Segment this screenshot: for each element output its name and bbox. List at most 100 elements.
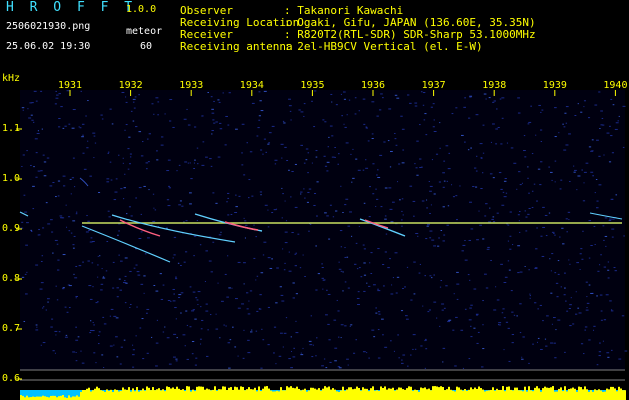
- noise-speck: [52, 252, 54, 254]
- noise-speck: [155, 150, 158, 152]
- noise-speck: [425, 348, 428, 350]
- noise-speck: [197, 163, 199, 165]
- noise-speck: [41, 128, 43, 130]
- noise-speck: [375, 205, 377, 207]
- signal-bar: [422, 388, 424, 400]
- noise-speck: [564, 112, 567, 114]
- noise-speck: [610, 309, 613, 311]
- noise-speck: [122, 281, 125, 283]
- noise-speck: [210, 165, 213, 167]
- noise-speck: [542, 320, 544, 322]
- noise-speck: [577, 103, 579, 105]
- noise-speck: [75, 265, 78, 267]
- noise-speck: [303, 188, 305, 190]
- noise-speck: [166, 199, 170, 201]
- noise-speck: [36, 133, 40, 135]
- noise-speck: [21, 276, 25, 278]
- noise-speck: [155, 342, 159, 344]
- noise-speck: [185, 220, 188, 222]
- signal-bar: [244, 390, 246, 400]
- noise-speck: [27, 108, 29, 110]
- noise-speck: [402, 354, 406, 356]
- noise-speck: [365, 167, 369, 169]
- noise-speck: [126, 213, 128, 215]
- noise-speck: [280, 294, 284, 296]
- noise-speck: [377, 288, 379, 290]
- noise-speck: [602, 225, 605, 227]
- noise-speck: [267, 257, 271, 259]
- noise-speck: [560, 179, 563, 181]
- noise-speck: [31, 102, 34, 104]
- signal-bar: [386, 389, 388, 400]
- noise-speck: [93, 135, 96, 137]
- noise-speck: [470, 147, 473, 149]
- signal-bar: [326, 387, 328, 400]
- noise-speck: [484, 215, 487, 217]
- noise-speck: [556, 296, 559, 298]
- noise-speck: [291, 350, 293, 352]
- noise-speck: [201, 115, 204, 117]
- noise-speck: [586, 307, 588, 309]
- noise-speck: [585, 309, 589, 311]
- noise-speck: [73, 186, 76, 188]
- noise-speck: [611, 236, 614, 238]
- noise-speck: [332, 216, 335, 218]
- noise-speck: [88, 285, 92, 287]
- signal-bar: [288, 387, 290, 400]
- noise-speck: [501, 97, 505, 99]
- noise-speck: [470, 325, 472, 327]
- signal-bar: [610, 386, 612, 400]
- noise-speck: [215, 313, 217, 315]
- noise-speck: [329, 204, 332, 206]
- noise-speck: [598, 91, 601, 93]
- noise-speck: [508, 360, 511, 362]
- noise-speck: [313, 204, 316, 206]
- noise-speck: [132, 349, 135, 351]
- signal-bar: [442, 387, 444, 400]
- noise-speck: [528, 192, 530, 194]
- signal-bar: [340, 390, 342, 400]
- noise-speck: [127, 168, 130, 170]
- noise-speck: [569, 181, 571, 183]
- noise-speck: [40, 282, 44, 284]
- noise-speck: [352, 148, 354, 150]
- signal-bar: [620, 388, 622, 400]
- noise-speck: [247, 352, 251, 354]
- noise-speck: [130, 303, 132, 305]
- noise-speck: [80, 90, 82, 92]
- signal-bar: [304, 388, 306, 400]
- noise-speck: [264, 204, 268, 206]
- noise-speck: [447, 168, 451, 170]
- noise-speck: [469, 201, 472, 203]
- signal-bar: [140, 390, 142, 400]
- signal-bar: [394, 390, 396, 400]
- noise-speck: [395, 292, 398, 294]
- noise-speck: [519, 211, 521, 213]
- noise-speck: [508, 269, 511, 271]
- noise-speck: [483, 93, 487, 95]
- signal-bar: [114, 389, 116, 400]
- noise-speck: [452, 329, 455, 331]
- noise-speck: [63, 185, 66, 187]
- noise-speck: [401, 210, 403, 212]
- noise-speck: [502, 308, 505, 310]
- noise-speck: [144, 253, 147, 255]
- noise-speck: [195, 357, 198, 359]
- signal-bar: [258, 386, 260, 400]
- noise-speck: [41, 307, 44, 309]
- noise-speck: [326, 289, 328, 291]
- signal-bar: [138, 391, 140, 400]
- noise-speck: [365, 159, 367, 161]
- noise-speck: [244, 220, 247, 222]
- noise-speck: [410, 354, 412, 356]
- noise-speck: [570, 297, 572, 299]
- noise-speck: [561, 227, 564, 229]
- noise-speck: [55, 90, 57, 92]
- noise-speck: [113, 199, 117, 201]
- noise-speck: [402, 214, 404, 216]
- noise-speck: [55, 285, 57, 287]
- noise-speck: [290, 336, 292, 338]
- noise-speck: [180, 312, 182, 314]
- signal-bar: [302, 389, 304, 400]
- noise-speck: [598, 184, 602, 186]
